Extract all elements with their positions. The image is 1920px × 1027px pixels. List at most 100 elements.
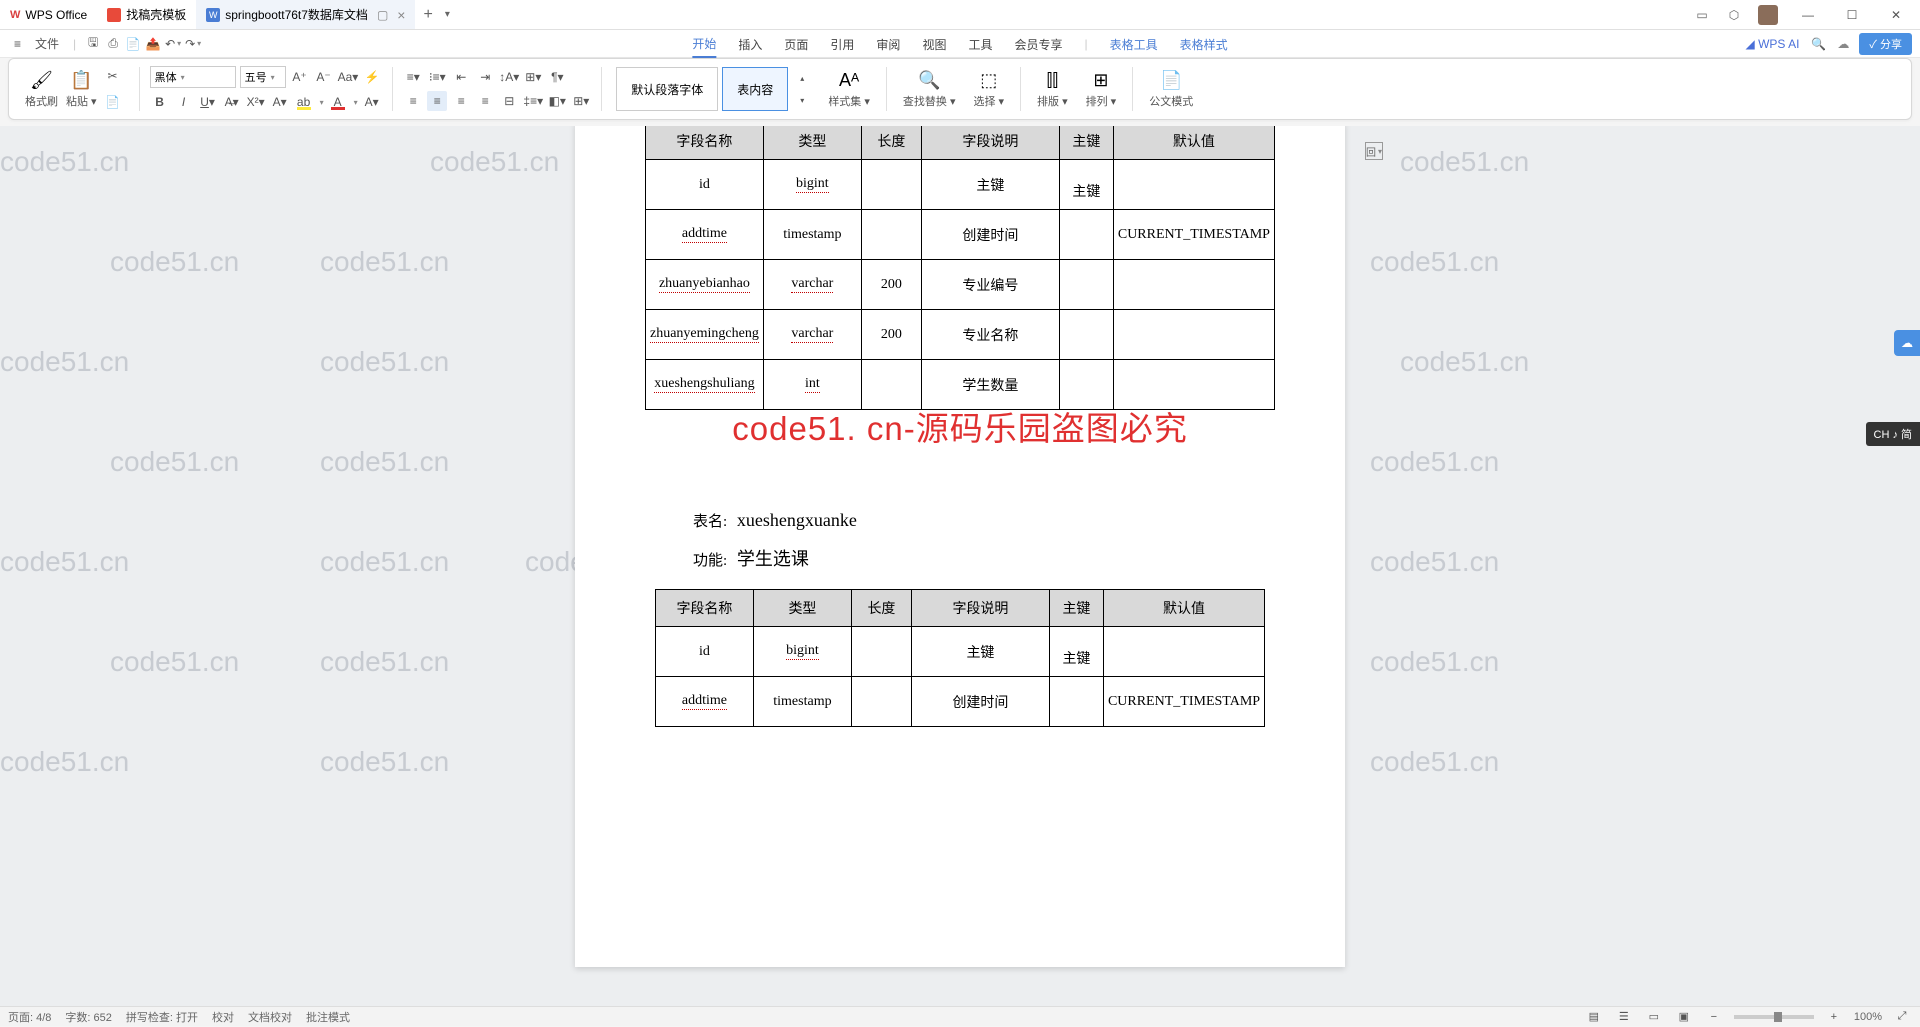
style-table-content[interactable]: 表内容 [722, 67, 788, 111]
status-comments[interactable]: 批注模式 [306, 1009, 350, 1025]
table-row[interactable]: zhuanyebianhao varchar 200 专业编号 [646, 260, 1275, 310]
style-scroll-down[interactable]: ▾ [792, 90, 812, 110]
style-set-label[interactable]: 样式集 ▾ [828, 93, 870, 109]
bullets-button[interactable]: ≡▾ [403, 67, 423, 87]
zoom-in-button[interactable]: + [1824, 1007, 1844, 1027]
find-replace-icon[interactable]: 🔍 [918, 70, 940, 91]
table-row[interactable]: id bigint 主键 主键 [655, 627, 1264, 677]
copy-icon[interactable]: 📄 [103, 92, 123, 112]
cloud-side-button[interactable]: ☁ [1894, 330, 1920, 356]
outdent-button[interactable]: ⇤ [451, 67, 471, 87]
tab-symbol-button[interactable]: ⊞▾ [523, 67, 543, 87]
close-button[interactable]: ✕ [1882, 8, 1910, 22]
arrange-label[interactable]: 排列 ▾ [1086, 93, 1117, 109]
paste-label[interactable]: 粘贴 ▾ [66, 93, 97, 109]
zoom-slider[interactable] [1734, 1015, 1814, 1019]
grow-font-icon[interactable]: A⁺ [290, 67, 310, 87]
share-button[interactable]: ✓ 分享 [1859, 33, 1912, 55]
status-words[interactable]: 字数: 652 [65, 1009, 111, 1025]
align-center-button[interactable]: ≡ [427, 91, 447, 111]
change-case-icon[interactable]: Aa▾ [338, 67, 359, 87]
print-icon[interactable]: ⎙ [104, 35, 122, 53]
tab-maximize-icon[interactable]: ▢ [377, 8, 388, 22]
table-row[interactable]: xueshengshuliang int 学生数量 [646, 360, 1275, 410]
select-icon[interactable]: ⬚ [980, 70, 997, 91]
select-label[interactable]: 选择 ▾ [973, 93, 1004, 109]
cloud-icon[interactable]: ☁ [1837, 37, 1849, 51]
align-justify-button[interactable]: ≡ [475, 91, 495, 111]
ribbon-tab-tools[interactable]: 工具 [968, 32, 992, 57]
view-web-icon[interactable]: ▭ [1644, 1007, 1664, 1027]
app-tab-home[interactable]: W WPS Office [0, 0, 97, 29]
ribbon-tab-review[interactable]: 审阅 [876, 32, 900, 57]
user-avatar[interactable] [1758, 5, 1778, 25]
official-mode-icon[interactable]: 📄 [1160, 70, 1182, 91]
print-preview-icon[interactable]: 📄 [124, 35, 142, 53]
document-area[interactable]: code51.cn code51.cn code51.cn code51.cn … [0, 126, 1920, 1006]
text-effects-button[interactable]: A▾ [270, 92, 290, 112]
status-spellcheck[interactable]: 拼写检查: 打开 [126, 1009, 198, 1025]
ribbon-tab-view[interactable]: 视图 [922, 32, 946, 57]
view-read-icon[interactable]: ▣ [1674, 1007, 1694, 1027]
borders-button[interactable]: ⊞▾ [571, 91, 591, 111]
tab-close-icon[interactable]: × [397, 7, 405, 23]
ribbon-tab-table-style[interactable]: 表格样式 [1180, 32, 1228, 57]
table-row[interactable]: addtime timestamp 创建时间 CURRENT_TIMESTAMP [655, 677, 1264, 727]
ime-indicator[interactable]: CH ♪ 简 [1866, 422, 1920, 446]
app-tab-template[interactable]: 找稿壳模板 [97, 0, 196, 29]
fit-page-icon[interactable]: ⤢ [1892, 1007, 1912, 1027]
status-proof[interactable]: 校对 [212, 1009, 234, 1025]
hamburger-icon[interactable]: ≡ [8, 35, 27, 53]
db-table-2[interactable]: 字段名称 类型 长度 字段说明 主键 默认值 id bigint 主键 主键 [655, 589, 1265, 727]
multiwindow-icon[interactable]: ▭ [1694, 7, 1710, 23]
highlight-color-button[interactable]: ab [294, 92, 314, 112]
save-icon[interactable]: 🖫 [84, 35, 102, 53]
table-row[interactable]: id bigint 主键 主键 [646, 160, 1275, 210]
cube-icon[interactable]: ⬡ [1726, 7, 1742, 23]
minimize-button[interactable]: — [1794, 8, 1822, 22]
style-default[interactable]: 默认段落字体 [616, 67, 718, 111]
ribbon-tab-reference[interactable]: 引用 [830, 32, 854, 57]
shrink-font-icon[interactable]: A⁻ [314, 67, 334, 87]
new-tab-button[interactable]: + [415, 6, 440, 24]
ribbon-tab-page[interactable]: 页面 [784, 32, 808, 57]
file-menu[interactable]: 文件 [29, 33, 65, 54]
app-tab-document[interactable]: W springboott76t7数据库文档 ▢ × [196, 0, 415, 29]
ribbon-tab-table-tools[interactable]: 表格工具 [1110, 32, 1158, 57]
status-doccheck[interactable]: 文档校对 [248, 1009, 292, 1025]
ribbon-tab-start[interactable]: 开始 [692, 31, 716, 58]
font-name-dropdown[interactable]: 黑体▾ [150, 66, 236, 88]
table-row[interactable]: addtime timestamp 创建时间 CURRENT_TIMESTAMP [646, 210, 1275, 260]
paste-icon[interactable]: 📋 [70, 70, 92, 91]
format-brush-icon[interactable]: 🖌 [30, 70, 53, 91]
align-right-button[interactable]: ≡ [451, 91, 471, 111]
wps-ai-button[interactable]: ◢ WPS AI [1746, 37, 1800, 51]
tab-list-dropdown[interactable]: ▾ [441, 9, 454, 20]
paragraph-mark-icon[interactable]: 回▾ [1365, 142, 1383, 160]
zoom-out-button[interactable]: − [1704, 1007, 1724, 1027]
align-left-button[interactable]: ≡ [403, 91, 423, 111]
sort-button[interactable]: ↕A▾ [499, 67, 519, 87]
maximize-button[interactable]: ☐ [1838, 8, 1866, 22]
zoom-level[interactable]: 100% [1854, 1011, 1882, 1023]
style-set-icon[interactable]: Aᴬ [839, 70, 859, 91]
superscript-button[interactable]: X²▾ [246, 92, 266, 112]
align-distribute-button[interactable]: ⊟ [499, 91, 519, 111]
cut-icon[interactable]: ✂ [103, 66, 123, 86]
numbering-button[interactable]: ⁝≡▾ [427, 67, 447, 87]
font-size-dropdown[interactable]: 五号▾ [240, 66, 286, 88]
layout-label[interactable]: 排版 ▾ [1037, 93, 1068, 109]
document-page[interactable]: 字段名称 类型 长度 字段说明 主键 默认值 id bigint 主键 主键 [575, 126, 1345, 967]
find-replace-label[interactable]: 查找替换 ▾ [903, 93, 956, 109]
export-icon[interactable]: 📤 [144, 35, 162, 53]
db-table-1[interactable]: 字段名称 类型 长度 字段说明 主键 默认值 id bigint 主键 主键 [645, 126, 1275, 410]
shading-button[interactable]: ◧▾ [547, 91, 567, 111]
show-marks-button[interactable]: ¶▾ [547, 67, 567, 87]
indent-button[interactable]: ⇥ [475, 67, 495, 87]
strikethrough-button[interactable]: A̶▾ [222, 92, 242, 112]
font-background-button[interactable]: A▾ [362, 92, 382, 112]
highlight-color-dropdown[interactable]: ▾ [320, 98, 324, 107]
bold-button[interactable]: B [150, 92, 170, 112]
ribbon-tab-insert[interactable]: 插入 [738, 32, 762, 57]
line-spacing-button[interactable]: ‡≡▾ [523, 91, 543, 111]
